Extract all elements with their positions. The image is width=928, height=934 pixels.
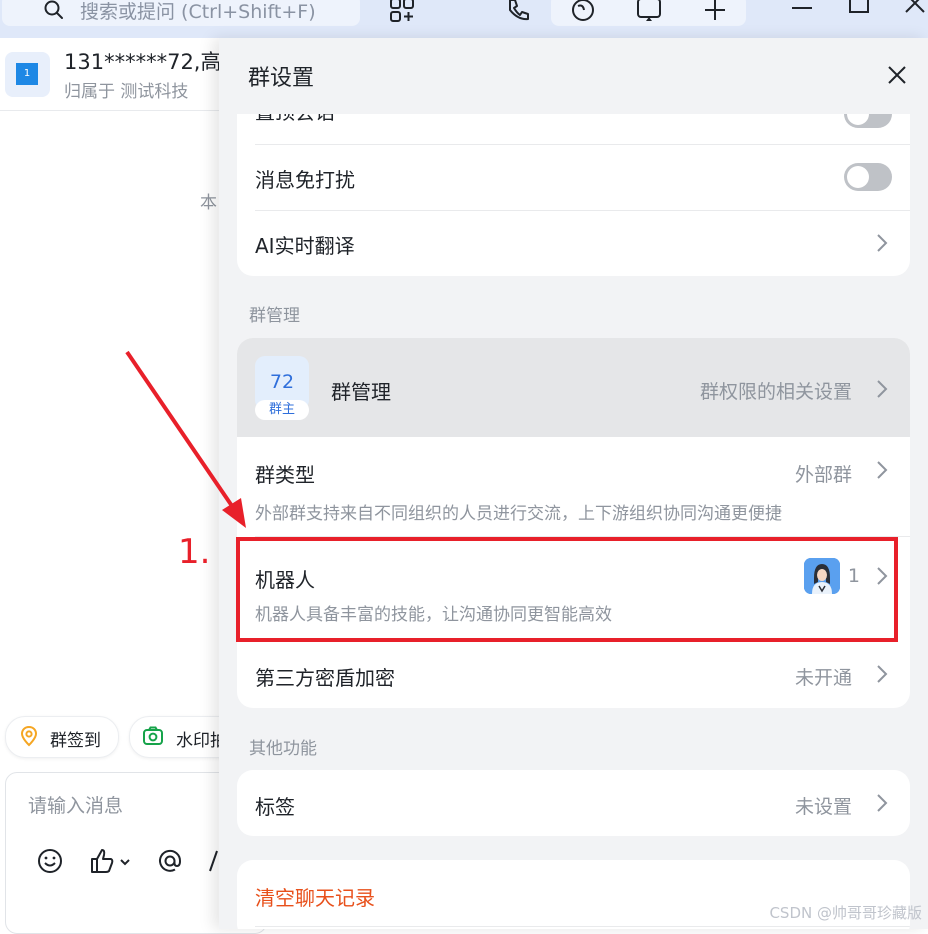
tags-row[interactable]: 标签 未设置 bbox=[237, 770, 910, 836]
add-icon[interactable] bbox=[701, 0, 729, 24]
avatar[interactable]: 1 bbox=[5, 52, 50, 97]
robot-avatar-image bbox=[804, 558, 840, 594]
group-management-card: 72 群主 群管理 群权限的相关设置 群类型 外部群 外部群支持来自不同组织的人… bbox=[237, 338, 910, 708]
search-icon bbox=[44, 0, 63, 19]
maximize-icon[interactable] bbox=[845, 0, 873, 24]
thumbs-up-icon[interactable] bbox=[88, 847, 136, 875]
encryption-label: 第三方密盾加密 bbox=[255, 666, 395, 690]
group-management-row[interactable]: 72 群主 群管理 群权限的相关设置 bbox=[237, 338, 910, 437]
group-management-value: 群权限的相关设置 bbox=[699, 381, 852, 403]
screen-share-icon[interactable] bbox=[635, 0, 663, 24]
clear-history-button[interactable]: 清空聊天记录 bbox=[255, 882, 375, 911]
group-type-value: 外部群 bbox=[794, 464, 852, 486]
ai-translate-label: AI实时翻译 bbox=[255, 234, 355, 258]
owner-badge: 群主 bbox=[255, 400, 309, 420]
annotation-number: 1. bbox=[178, 532, 211, 572]
group-type-description: 外部群支持来自不同组织的人员进行交流，上下游组织协同沟通更便捷 bbox=[255, 504, 782, 524]
check-in-chip[interactable]: 群签到 bbox=[5, 716, 119, 758]
message-input-placeholder: 请输入消息 bbox=[28, 795, 124, 817]
tags-label: 标签 bbox=[255, 795, 295, 819]
robot-count: 1 bbox=[847, 565, 860, 587]
page-title: 群设置 bbox=[248, 66, 315, 91]
watermark: CSDN @帅哥哥珍藏版 bbox=[769, 904, 922, 922]
chevron-right-icon bbox=[877, 665, 888, 683]
chat-pane: 1 131******72,高帅 归属于 测试科技 本 群签到 水印拍 请输入消… bbox=[0, 38, 271, 934]
robot-label: 机器人 bbox=[255, 568, 315, 592]
tags-card: 标签 未设置 bbox=[237, 770, 910, 836]
conversation-header: 1 131******72,高帅 归属于 测试科技 bbox=[0, 38, 242, 111]
group-type-row[interactable]: 群类型 外部群 外部群支持来自不同组织的人员进行交流，上下游组织协同沟通更便捷 bbox=[237, 437, 910, 536]
robot-description: 机器人具备丰富的技能，让沟通协同更智能高效 bbox=[255, 605, 612, 625]
ai-assistant-icon[interactable] bbox=[569, 0, 597, 24]
section-title-group-management: 群管理 bbox=[249, 306, 300, 326]
ai-translate-row[interactable]: AI实时翻译 bbox=[237, 211, 910, 276]
group-settings-panel: 群设置 置顶会话 消息免打扰 AI实时翻译 群管理 72 群主 群 bbox=[219, 38, 928, 929]
global-search-input[interactable]: 搜索或提问 (Ctrl+Shift+F) bbox=[2, 0, 360, 26]
conversation-title[interactable]: 131******72,高帅 bbox=[64, 46, 242, 76]
conversation-subtitle: 归属于 测试科技 bbox=[64, 82, 189, 102]
minimize-icon[interactable] bbox=[788, 0, 816, 24]
location-pin-icon bbox=[20, 725, 38, 747]
encryption-row[interactable]: 第三方密盾加密 未开通 bbox=[237, 639, 910, 708]
divider bbox=[255, 926, 910, 927]
check-in-label: 群签到 bbox=[50, 731, 101, 751]
call-icon[interactable] bbox=[504, 0, 532, 24]
search-placeholder: 搜索或提问 (Ctrl+Shift+F) bbox=[80, 1, 316, 23]
panel-header: 群设置 bbox=[219, 38, 928, 114]
chevron-right-icon bbox=[877, 567, 888, 585]
mute-label: 消息免打扰 bbox=[255, 168, 355, 192]
toolbar-group bbox=[551, 0, 746, 26]
encryption-value: 未开通 bbox=[794, 667, 852, 689]
close-window-icon[interactable] bbox=[902, 0, 928, 24]
group-avatar: 72 群主 bbox=[255, 356, 309, 420]
chevron-right-icon bbox=[877, 380, 888, 398]
section-title-other-functions: 其他功能 bbox=[249, 739, 317, 759]
app-title-bar: 搜索或提问 (Ctrl+Shift+F) bbox=[0, 0, 928, 38]
chevron-right-icon bbox=[877, 234, 888, 252]
mention-icon[interactable] bbox=[156, 847, 184, 875]
avatar-badge: 1 bbox=[16, 63, 38, 85]
emoji-icon[interactable] bbox=[36, 847, 64, 875]
chevron-right-icon bbox=[877, 794, 888, 812]
group-management-label: 群管理 bbox=[331, 380, 391, 404]
message-text-truncated: 本 bbox=[200, 193, 217, 213]
robot-row[interactable]: 机器人 1 机器人具备丰富的技能，让沟通协同更智能高效 bbox=[237, 537, 910, 639]
chevron-right-icon bbox=[877, 461, 888, 479]
robot-avatar bbox=[804, 558, 840, 594]
camera-icon bbox=[143, 726, 163, 745]
mute-row[interactable]: 消息免打扰 bbox=[237, 145, 910, 210]
mute-toggle[interactable] bbox=[844, 163, 892, 191]
toggle-knob bbox=[847, 166, 869, 188]
apps-icon[interactable] bbox=[388, 0, 416, 24]
close-icon[interactable] bbox=[885, 63, 909, 87]
tags-value: 未设置 bbox=[794, 796, 852, 818]
group-type-label: 群类型 bbox=[255, 463, 315, 487]
